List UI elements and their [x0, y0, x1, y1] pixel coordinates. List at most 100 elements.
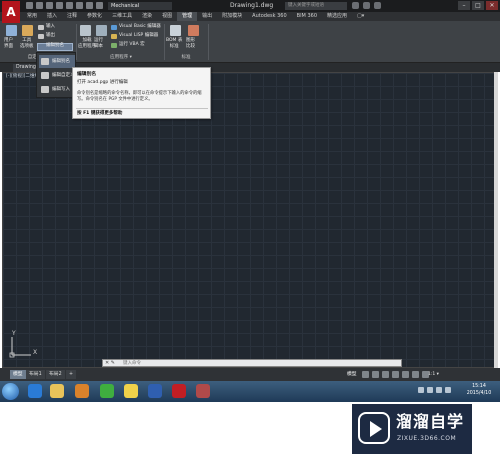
dropdown-item-edit-write[interactable]: 编辑写入 [39, 83, 75, 96]
search-input[interactable]: 键入关键字或短语 [285, 2, 347, 10]
import-button[interactable]: 输入 [46, 24, 55, 30]
network-icon[interactable] [418, 387, 424, 393]
application-menu-button[interactable]: A [2, 1, 20, 23]
other-icon[interactable] [196, 384, 210, 398]
play-icon [370, 421, 382, 437]
export-icon [38, 34, 44, 39]
tool-palette-icon[interactable] [22, 25, 33, 36]
start-button[interactable] [2, 383, 19, 400]
ribbon-tab[interactable]: 插入 [42, 12, 62, 21]
ribbon-tab[interactable]: ▢▾ [352, 12, 369, 21]
layout-tab[interactable]: 模型 [10, 370, 26, 379]
run-vba-button[interactable]: 运行 VBA 宏 [119, 42, 145, 48]
ie-icon[interactable] [28, 384, 42, 398]
ribbon-tab[interactable]: 常用 [22, 12, 42, 21]
input-method-icon[interactable] [436, 387, 442, 393]
close-button[interactable]: ✕ [486, 1, 498, 10]
ribbon-tab[interactable]: 附加模块 [217, 12, 247, 21]
ribbon-tab[interactable]: Autodesk 360 [247, 12, 292, 21]
exchange-icon[interactable] [363, 2, 370, 9]
maximize-button[interactable]: □ [472, 1, 484, 10]
qq-icon[interactable] [124, 384, 138, 398]
vertical-scrollbar[interactable] [494, 72, 498, 368]
command-line[interactable]: ✕ ✎ 键入命令 [102, 359, 402, 367]
status-bar-tools [362, 371, 429, 378]
ribbon-tab-bar: 常用 插入 注释 参数化 三维工具 渲染 视图 管理 输出 附加模块 Autodesk 360 BIM… [0, 12, 500, 21]
osnap-icon[interactable] [402, 371, 409, 378]
group-divider [164, 24, 165, 60]
volume-icon[interactable] [427, 387, 433, 393]
system-tray [418, 387, 451, 393]
bom-standards-button[interactable]: BOM 表 标准 [166, 38, 182, 50]
tool-palette-button[interactable]: 工具 选项板 [20, 38, 34, 50]
applications-group-label[interactable]: 应用程序 ▾ [80, 54, 162, 61]
ortho-icon[interactable] [382, 371, 389, 378]
layout-tab[interactable]: 布局1 [26, 370, 45, 379]
new-file-icon[interactable] [26, 2, 33, 9]
annotation-scale[interactable]: 1:1 ▾ [428, 371, 439, 378]
layout-tab[interactable]: + [66, 370, 77, 379]
help-icon[interactable] [374, 2, 381, 9]
ribbon-tab[interactable]: 参数化 [82, 12, 107, 21]
polar-icon[interactable] [392, 371, 399, 378]
dropdown-item-label: 编辑写入 [52, 87, 70, 92]
drawing-compare-button[interactable]: 图形 比较 [186, 38, 195, 50]
watermark-url: ZIXUE.3D66.COM [397, 435, 457, 442]
ribbon-tab[interactable]: 输出 [197, 12, 217, 21]
watermark: 溜溜自学 ZIXUE.3D66.COM [352, 404, 472, 454]
folder-icon[interactable] [50, 384, 64, 398]
ribbon-tab[interactable]: 管理 [177, 12, 198, 21]
run-script-button[interactable]: 运行 脚本 [94, 38, 103, 50]
user-interface-icon[interactable] [6, 25, 17, 36]
workspace-selector[interactable]: Mechanical [108, 2, 172, 10]
command-input[interactable]: 键入命令 [123, 360, 141, 367]
media-icon[interactable] [75, 384, 89, 398]
dropdown-item-edit-alias[interactable]: 编辑别名 [39, 55, 75, 68]
snap-icon[interactable] [372, 371, 379, 378]
save-icon[interactable] [46, 2, 53, 9]
autocad-icon[interactable] [172, 384, 186, 398]
tooltip-title: 编辑别名 [77, 72, 97, 77]
bom-standards-icon[interactable] [170, 25, 181, 36]
ribbon-tab[interactable]: 视图 [157, 12, 177, 21]
user-interface-button[interactable]: 用户 界面 [4, 38, 13, 50]
model-space-toggle[interactable]: 模型 [347, 371, 357, 378]
flag-icon[interactable] [445, 387, 451, 393]
sign-in-icon[interactable] [352, 2, 359, 9]
ribbon-tab[interactable]: BIM 360 [292, 12, 322, 21]
command-line-close-icon[interactable]: ✕ ✎ [105, 360, 115, 367]
autocad-window: Mechanical Drawing1.dwg 键入关键字或短语 – □ ✕ A… [0, 0, 500, 473]
ribbon-tab[interactable]: 注释 [62, 12, 82, 21]
export-button[interactable]: 输出 [46, 33, 55, 39]
clock[interactable]: 15:14 2015/4/10 [464, 383, 494, 397]
save-as-icon[interactable] [56, 2, 63, 9]
vlisp-editor-button[interactable]: Visual LISP 编辑器 [119, 33, 158, 39]
minimize-button[interactable]: – [458, 1, 470, 10]
ribbon-tab[interactable]: 三维工具 [107, 12, 137, 21]
ribbon-tab[interactable]: 精选应用 [322, 12, 352, 21]
ucs-x-label: X [33, 349, 38, 356]
layout-tab[interactable]: 布局2 [46, 370, 65, 379]
redo-icon[interactable] [86, 2, 93, 9]
run-vba-icon [111, 43, 117, 48]
load-app-icon[interactable] [80, 25, 91, 36]
grid-icon[interactable] [362, 371, 369, 378]
drawing-compare-icon[interactable] [188, 25, 199, 36]
tooltip-description: 命令别名是缩略的命令名称，即可以在命令提示下输入的命令的缩写。命令别名在 PGP… [77, 91, 202, 102]
edit-custom-icon [41, 72, 49, 79]
vb-editor-button[interactable]: Visual Basic 编辑器 [119, 24, 161, 30]
watermark-logo-icon [358, 412, 390, 444]
wechat-icon[interactable] [100, 384, 114, 398]
otrack-icon[interactable] [412, 371, 419, 378]
tooltip-divider [76, 108, 208, 109]
tooltip-help: 按 F1 键获得更多帮助 [77, 111, 123, 116]
open-file-icon[interactable] [36, 2, 43, 9]
ribbon-tab[interactable]: 渲染 [137, 12, 157, 21]
print-icon[interactable] [66, 2, 73, 9]
dropdown-item-edit-custom[interactable]: 编辑自定义 [39, 69, 75, 82]
group-divider [76, 24, 77, 60]
sync-icon[interactable] [96, 2, 103, 9]
run-script-icon[interactable] [96, 25, 107, 36]
undo-icon[interactable] [76, 2, 83, 9]
word-icon[interactable] [148, 384, 162, 398]
